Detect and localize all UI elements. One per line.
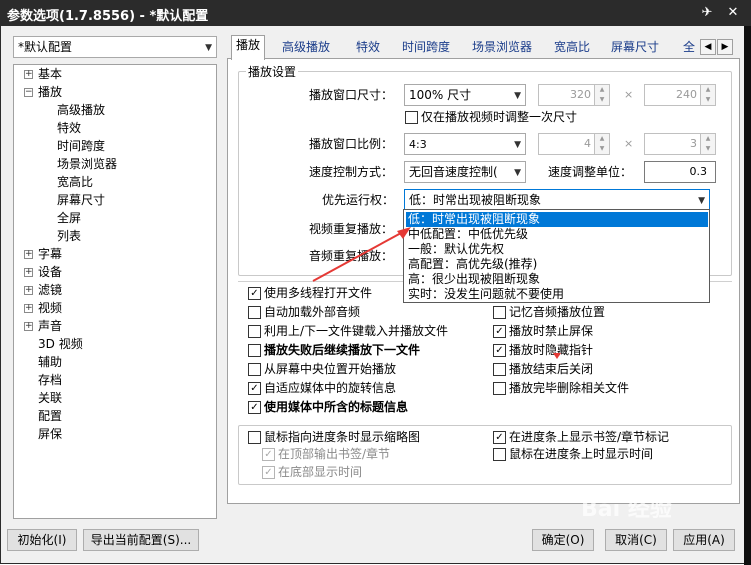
watermark: Bai 经验 [581,497,672,522]
annotation-arrow-head-icon [397,227,411,239]
annotation-overlay [312,227,561,359]
annotation-marker-icon [553,353,561,359]
settings-dialog: 参数选项(1.7.8556) - *默认配置 ✈ ✕ *默认配置 ▼ + 基本 − 播… [0,0,751,565]
annotation-arrow-line [312,232,402,282]
